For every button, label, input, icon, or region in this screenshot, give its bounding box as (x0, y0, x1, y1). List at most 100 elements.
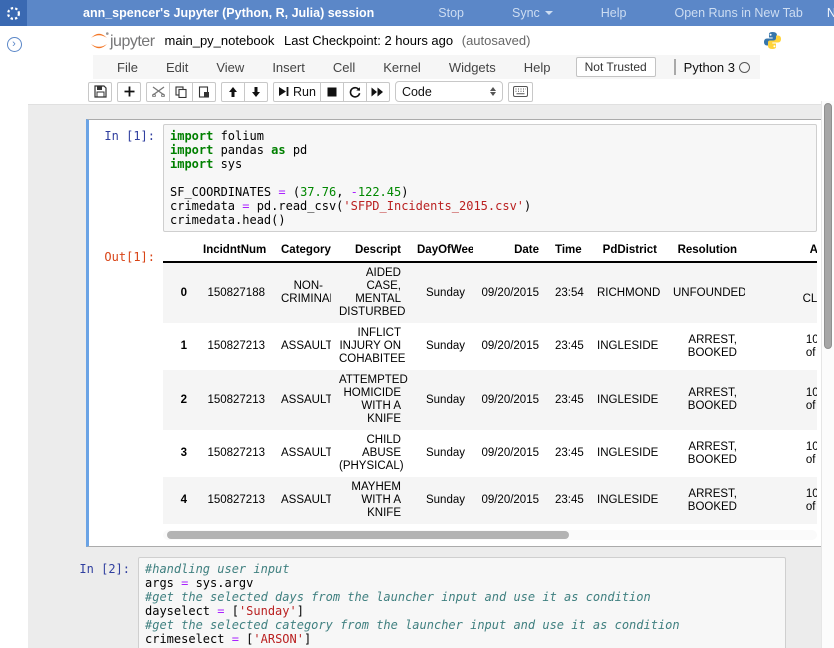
session-title: ann_spencer's Jupyter (Python, R, Julia)… (83, 6, 374, 20)
cell-1-output: Out[1]: IncidntNumCategoryDescriptDayOfW… (89, 240, 817, 524)
table-cell: INGLESIDE (589, 370, 665, 430)
column-header: Ad (745, 240, 817, 262)
table-cell: 09/20/2015 (473, 323, 547, 370)
restart-run-all-button[interactable] (366, 82, 390, 102)
restart-icon (349, 86, 361, 98)
restart-kernel-button[interactable] (343, 82, 367, 102)
run-label: Run (293, 85, 316, 99)
menu-help[interactable]: Help (510, 60, 565, 75)
select-arrows-icon (490, 87, 496, 96)
collapsed-sidebar: › (0, 26, 28, 648)
table-cell: 100 of L (745, 430, 817, 477)
notebook-name[interactable]: main_py_notebook (165, 33, 275, 48)
stop-session-button[interactable]: Stop (438, 6, 464, 20)
move-up-icon (228, 86, 238, 98)
add-cell-icon (124, 86, 135, 97)
menu-bar: File Edit View Insert Cell Kernel Widget… (93, 55, 760, 79)
table-cell: ASSAULT (273, 370, 331, 430)
cut-cells-button[interactable] (146, 82, 170, 102)
paste-cells-button[interactable] (192, 82, 216, 102)
sync-menu-button[interactable]: Sync (512, 6, 553, 20)
stop-icon (327, 87, 337, 97)
copy-cells-button[interactable] (169, 82, 193, 102)
cut-icon (152, 86, 165, 97)
menu-kernel[interactable]: Kernel (369, 60, 435, 75)
not-trusted-button[interactable]: Not Trusted (576, 57, 656, 77)
run-cell-button[interactable]: Run (273, 82, 321, 102)
output-horizontal-scrollbar[interactable] (163, 530, 817, 540)
chevron-down-icon (545, 11, 553, 15)
menu-insert[interactable]: Insert (258, 60, 319, 75)
table-cell: UNFOUNDED (665, 262, 745, 323)
menu-cell[interactable]: Cell (319, 60, 369, 75)
column-header (163, 240, 195, 262)
row-index: 1 (163, 323, 195, 370)
help-button[interactable]: Help (601, 6, 627, 20)
table-cell: 09/20/2015 (473, 430, 547, 477)
table-cell: ARREST, BOOKED (665, 323, 745, 370)
add-cell-button[interactable] (117, 82, 141, 102)
kernel-indicator: Python 3 (674, 59, 750, 75)
input-prompt: In [1]: (89, 124, 163, 232)
checkpoint-status: Last Checkpoint: 2 hours ago (284, 33, 453, 48)
input-prompt: In [2]: (56, 557, 138, 648)
column-header: Descript (331, 240, 409, 262)
table-cell: RICHMOND (589, 262, 665, 323)
expand-sidebar-icon[interactable]: › (7, 37, 22, 52)
table-cell: CHILD ABUSE (PHYSICAL) (331, 430, 409, 477)
code-cell-2[interactable]: In [2]: #handling user inputargs = sys.a… (56, 557, 826, 648)
table-cell: 100 of L (745, 323, 817, 370)
column-header: Time (547, 240, 589, 262)
move-cell-down-button[interactable] (244, 82, 268, 102)
scrollbar-thumb[interactable] (824, 103, 832, 349)
menu-widgets[interactable]: Widgets (435, 60, 510, 75)
notebook-container: In [1]: import foliumimport pandas as pd… (28, 106, 834, 648)
row-index: 0 (163, 262, 195, 323)
table-row: 3150827213ASSAULTCHILD ABUSE (PHYSICAL)S… (163, 430, 817, 477)
column-header: Resolution (665, 240, 745, 262)
table-cell: INGLESIDE (589, 430, 665, 477)
table-cell: 23:45 (547, 370, 589, 430)
move-cell-up-button[interactable] (221, 82, 245, 102)
code-cell-1[interactable]: In [1]: import foliumimport pandas as pd… (86, 119, 822, 547)
row-index: 4 (163, 477, 195, 524)
divider (674, 59, 676, 75)
kernel-name: Python 3 (684, 60, 735, 75)
move-down-icon (251, 86, 261, 98)
row-index: 2 (163, 370, 195, 430)
python-logo-icon (763, 31, 782, 50)
page-vertical-scrollbar[interactable] (821, 101, 834, 648)
table-cell: 100 of L (745, 477, 817, 524)
keyboard-icon (513, 86, 528, 97)
menu-view[interactable]: View (202, 60, 258, 75)
table-cell: Sunday (409, 262, 473, 323)
table-cell: ARREST, BOOKED (665, 477, 745, 524)
table-cell: ARREST, BOOKED (665, 430, 745, 477)
code-editor-1[interactable]: import foliumimport pandas as pdimport s… (163, 124, 817, 232)
menu-file[interactable]: File (103, 60, 152, 75)
table-cell: Sunday (409, 477, 473, 524)
menu-edit[interactable]: Edit (152, 60, 202, 75)
table-cell: 23:45 (547, 323, 589, 370)
scrollbar-thumb[interactable] (167, 531, 569, 539)
table-cell: ASSAULT (273, 430, 331, 477)
table-cell: ASSAULT (273, 477, 331, 524)
kernel-idle-icon (739, 62, 750, 73)
open-runs-link[interactable]: Open Runs in New Tab (675, 6, 803, 20)
table-cell: 150827213 (195, 370, 273, 430)
code-editor-2[interactable]: #handling user inputargs = sys.argv#get … (138, 557, 786, 648)
session-spinner-icon (0, 0, 27, 26)
jupyter-logo-icon[interactable]: jupyter (88, 31, 155, 51)
table-cell: 150827213 (195, 430, 273, 477)
stop-kernel-button[interactable] (320, 82, 344, 102)
command-palette-button[interactable] (508, 82, 533, 102)
cell-type-select[interactable]: Code (395, 81, 503, 102)
save-icon (94, 85, 107, 98)
copy-icon (175, 86, 187, 98)
table-cell: 09/20/2015 (473, 477, 547, 524)
table-row: 0150827188NON- CRIMINALAIDED CASE, MENTA… (163, 262, 817, 323)
table-cell: 09/20/2015 (473, 370, 547, 430)
save-button[interactable] (88, 82, 112, 102)
table-row: 1150827213ASSAULTINFLICT INJURY ON COHAB… (163, 323, 817, 370)
dataframe-table: IncidntNumCategoryDescriptDayOfWeekDateT… (163, 240, 817, 524)
